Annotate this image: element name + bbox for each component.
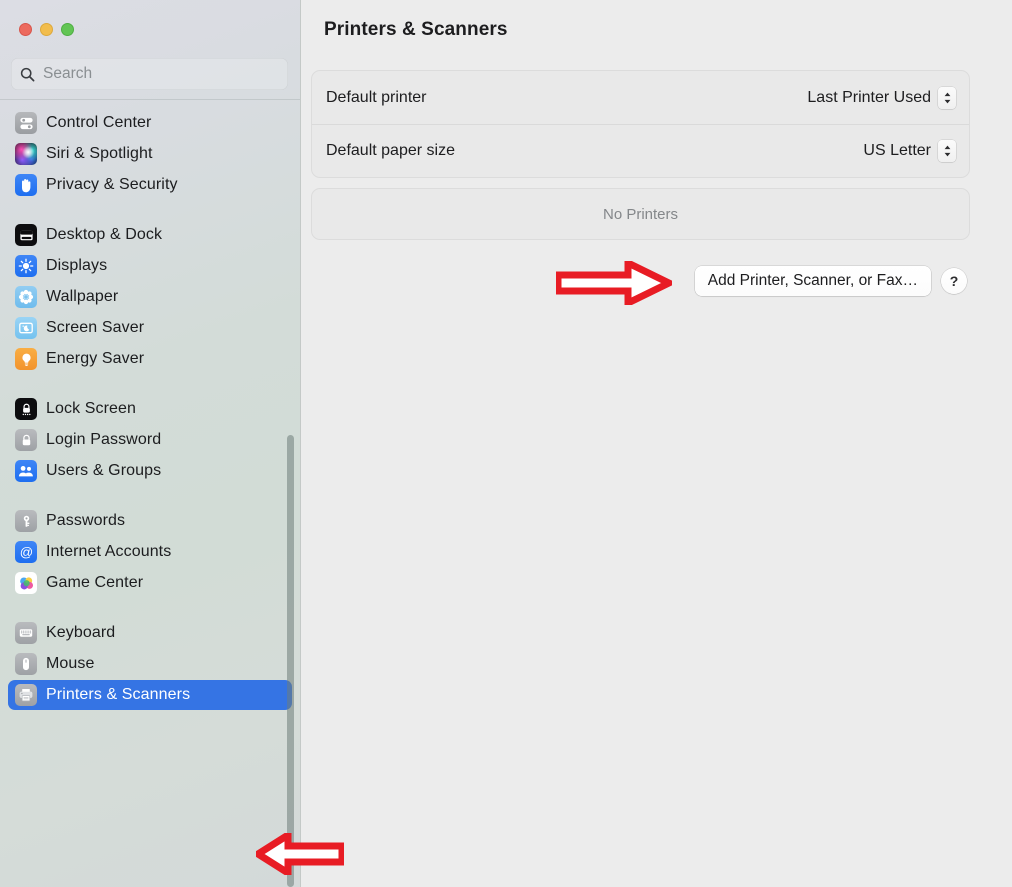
default-paper-size-label: Default paper size [326, 142, 455, 160]
sidebar-item-label: Screen Saver [46, 319, 144, 337]
control-center-icon [15, 112, 37, 134]
sidebar-item-label: Siri & Spotlight [46, 145, 153, 163]
default-printer-row: Default printer Last Printer Used [312, 71, 969, 124]
sidebar-group-5: Keyboard Mouse [0, 618, 300, 710]
chevron-up-down-icon[interactable] [938, 87, 956, 109]
sidebar-group-1: Control Center Siri & Spotlight Privacy … [0, 108, 300, 200]
sidebar-item-label: Passwords [46, 512, 125, 530]
sidebar-item-lock-screen[interactable]: Lock Screen [8, 394, 292, 424]
sidebar-item-label: Keyboard [46, 624, 115, 642]
search-field[interactable] [11, 58, 288, 90]
sidebar-scrollbar-thumb[interactable] [287, 435, 294, 887]
displays-icon [15, 255, 37, 277]
sidebar-item-privacy-security[interactable]: Privacy & Security [8, 170, 292, 200]
sidebar-group-gap [0, 487, 300, 505]
sidebar-item-label: Mouse [46, 655, 95, 673]
sidebar-item-printers-scanners[interactable]: Printers & Scanners [8, 680, 292, 710]
sidebar-item-screen-saver[interactable]: Screen Saver [8, 313, 292, 343]
default-printer-popup[interactable]: Last Printer Used [807, 87, 956, 109]
lock-screen-icon [15, 398, 37, 420]
sidebar-item-users-groups[interactable]: Users & Groups [8, 456, 292, 486]
sidebar-item-label: Game Center [46, 574, 143, 592]
svg-text:@: @ [19, 544, 32, 559]
privacy-hand-icon [15, 174, 37, 196]
sidebar-group-gap [0, 201, 300, 219]
window-titlebar [0, 0, 300, 58]
energy-saver-icon [15, 348, 37, 370]
action-button-row: Add Printer, Scanner, or Fax… ? [311, 266, 970, 296]
wallpaper-icon [15, 286, 37, 308]
sidebar-item-displays[interactable]: Displays [8, 251, 292, 281]
internet-accounts-icon: @ [15, 541, 37, 563]
sidebar-item-login-password[interactable]: Login Password [8, 425, 292, 455]
no-printers-message: No Printers [603, 206, 678, 223]
sidebar-item-label: Control Center [46, 114, 151, 132]
siri-icon [15, 143, 37, 165]
search-container [0, 58, 300, 90]
search-icon [20, 67, 35, 82]
default-printer-value: Last Printer Used [807, 89, 931, 107]
sidebar-item-game-center[interactable]: Game Center [8, 568, 292, 598]
sidebar-item-label: Lock Screen [46, 400, 136, 418]
add-printer-button[interactable]: Add Printer, Scanner, or Fax… [695, 266, 931, 296]
default-paper-size-value: US Letter [863, 142, 931, 160]
default-paper-size-popup[interactable]: US Letter [863, 140, 956, 162]
sidebar-scrollbar[interactable] [287, 435, 294, 887]
sidebar-item-label: Desktop & Dock [46, 226, 162, 244]
game-center-icon [15, 572, 37, 594]
default-paper-size-row: Default paper size US Letter [312, 124, 969, 177]
sidebar-group-gap [0, 599, 300, 617]
sidebar-item-label: Privacy & Security [46, 176, 178, 194]
chevron-up-down-icon[interactable] [938, 140, 956, 162]
sidebar-item-mouse[interactable]: Mouse [8, 649, 292, 679]
sidebar-item-wallpaper[interactable]: Wallpaper [8, 282, 292, 312]
sidebar-item-label: Internet Accounts [46, 543, 171, 561]
sidebar-item-passwords[interactable]: Passwords [8, 506, 292, 536]
sidebar-group-gap [0, 375, 300, 393]
sidebar: Control Center Siri & Spotlight Privacy … [0, 0, 301, 887]
minimize-button[interactable] [40, 23, 53, 36]
printers-scanners-icon [15, 684, 37, 706]
sidebar-group-4: Passwords @ Internet Accounts [0, 506, 300, 598]
users-groups-icon [15, 460, 37, 482]
sidebar-item-label: Energy Saver [46, 350, 144, 368]
sidebar-item-siri-spotlight[interactable]: Siri & Spotlight [8, 139, 292, 169]
mouse-icon [15, 653, 37, 675]
printer-list-card: No Printers [311, 188, 970, 240]
sidebar-item-label: Displays [46, 257, 107, 275]
sidebar-group-2: Desktop & Dock [0, 220, 300, 374]
sidebar-item-label: Users & Groups [46, 462, 161, 480]
screen-saver-icon [15, 317, 37, 339]
sidebar-item-label: Login Password [46, 431, 161, 449]
sidebar-item-control-center[interactable]: Control Center [8, 108, 292, 138]
zoom-button[interactable] [61, 23, 74, 36]
sidebar-nav: Control Center Siri & Spotlight Privacy … [0, 100, 300, 710]
system-settings-window: Control Center Siri & Spotlight Privacy … [0, 0, 1012, 887]
sidebar-item-desktop-dock[interactable]: Desktop & Dock [8, 220, 292, 250]
sidebar-item-label: Printers & Scanners [46, 686, 190, 704]
passwords-key-icon [15, 510, 37, 532]
sidebar-item-internet-accounts[interactable]: @ Internet Accounts [8, 537, 292, 567]
sidebar-item-energy-saver[interactable]: Energy Saver [8, 344, 292, 374]
login-password-icon [15, 429, 37, 451]
default-settings-card: Default printer Last Printer Used Defaul… [311, 70, 970, 178]
keyboard-icon [15, 622, 37, 644]
sidebar-item-label: Wallpaper [46, 288, 118, 306]
page-title: Printers & Scanners [324, 19, 508, 41]
sidebar-group-3: Lock Screen Login Password [0, 394, 300, 486]
default-printer-label: Default printer [326, 89, 427, 107]
help-button[interactable]: ? [941, 268, 967, 294]
close-button[interactable] [19, 23, 32, 36]
desktop-dock-icon [15, 224, 37, 246]
sidebar-item-keyboard[interactable]: Keyboard [8, 618, 292, 648]
search-input[interactable] [43, 65, 279, 83]
main-content: Printers & Scanners Default printer Last… [301, 0, 1012, 887]
